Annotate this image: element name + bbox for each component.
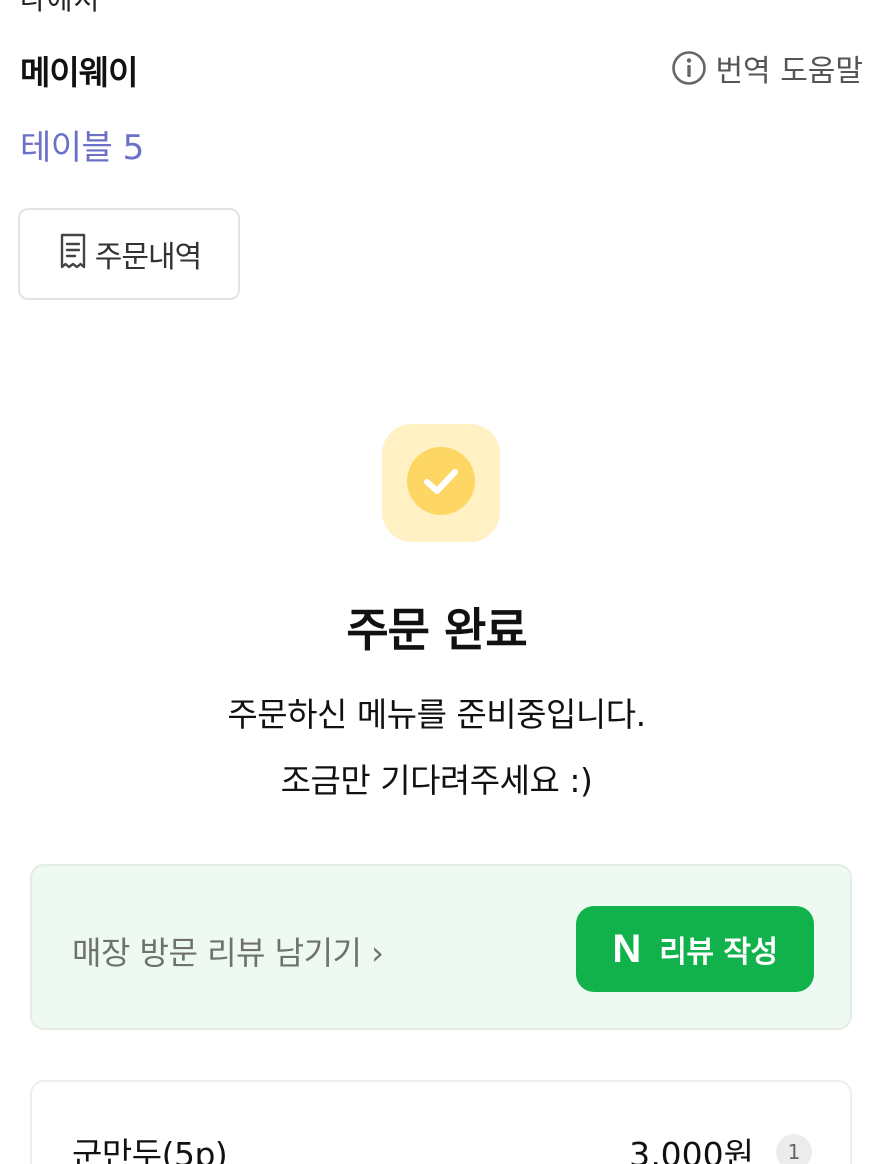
order-history-label: 주문내역 (94, 240, 202, 275)
order-history-button[interactable]: 주문내역 (18, 208, 240, 300)
check-circle-icon (406, 446, 476, 520)
review-card: 매장 방문 리뷰 남기기 › N 리뷰 작성 (30, 864, 852, 1030)
order-complete-title: 주문 완료 (346, 603, 527, 657)
order-item-price: 3,000원 (629, 1135, 754, 1164)
order-complete-page: 나에서 메이웨이 번역 도움말 테이블 5 주문내역 (0, 0, 873, 1164)
write-review-label: 리뷰 작성 (659, 935, 778, 970)
write-review-button[interactable]: N 리뷰 작성 (576, 906, 814, 992)
order-items-card: 군만두(5p) 3,000원 1 (30, 1080, 852, 1164)
help-label: 번역 도움말 (715, 54, 863, 89)
order-complete-badge (382, 424, 500, 542)
order-item-qty-badge: 1 (776, 1134, 812, 1164)
top-cut-text: 나에서 (20, 0, 100, 18)
translation-help-link[interactable]: 번역 도움말 (671, 46, 863, 90)
order-item-name: 군만두(5p) (72, 1135, 228, 1164)
naver-logo-icon: N (612, 927, 642, 971)
preparing-message: 주문하신 메뉴를 준비중입니다. (227, 695, 646, 734)
wait-message: 조금만 기다려주세요 :) (280, 761, 593, 800)
info-icon (671, 50, 707, 86)
visit-review-link[interactable]: 매장 방문 리뷰 남기기 › (72, 928, 384, 974)
table-number: 테이블 5 (20, 128, 144, 168)
receipt-icon (57, 232, 89, 276)
store-name: 메이웨이 (20, 53, 138, 92)
